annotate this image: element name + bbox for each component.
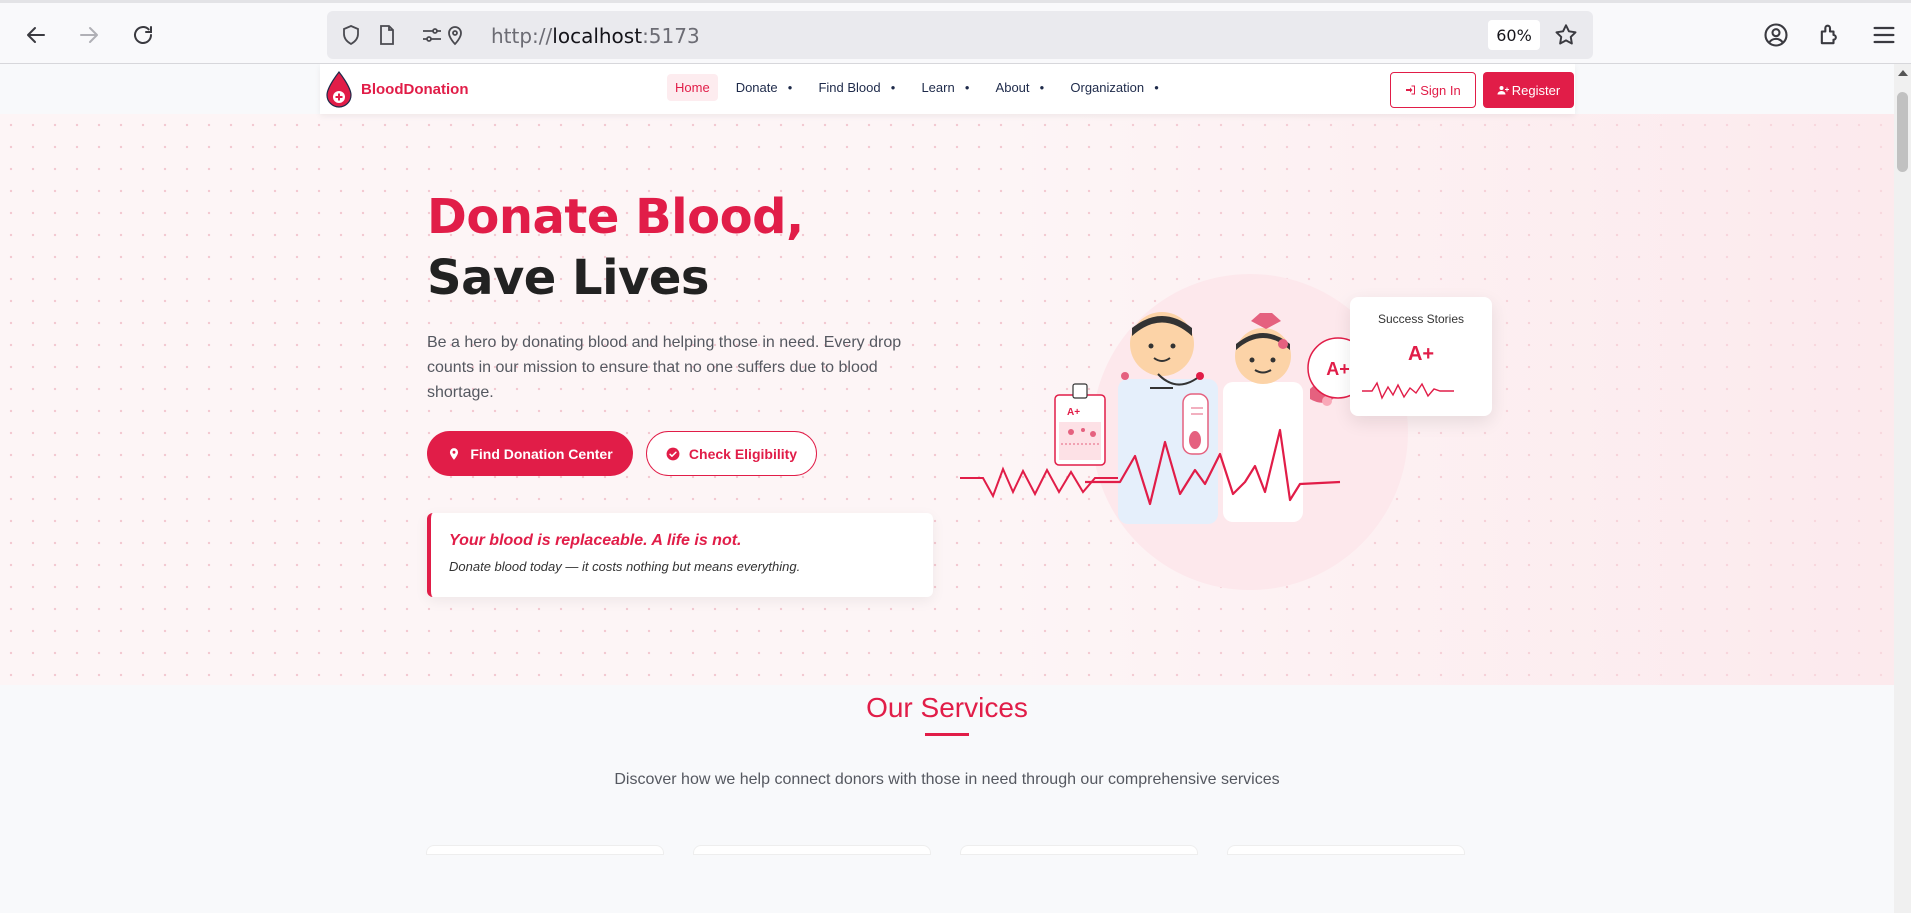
badge-label: A+	[1326, 359, 1350, 379]
zoom-level[interactable]: 60%	[1488, 20, 1540, 50]
brand-logo[interactable]: BloodDonation	[325, 70, 468, 108]
quote-card: Your blood is replaceable. A life is not…	[427, 513, 933, 597]
scroll-thumb[interactable]	[1897, 92, 1908, 172]
blood-drop-icon	[326, 71, 352, 108]
hero-description: Be a hero by donating blood and helping …	[427, 334, 902, 401]
register-button[interactable]: Register	[1483, 72, 1574, 108]
page-scrollbar[interactable]	[1894, 64, 1911, 913]
find-donation-center-button[interactable]: Find Donation Center	[427, 431, 633, 476]
nav-item-donate[interactable]: Donate ●	[728, 74, 801, 101]
service-card[interactable]	[960, 845, 1198, 855]
main-menu: Home Donate ● Find Blood ● Learn ● About ● O…	[667, 74, 1177, 101]
nav-item-learn[interactable]: Learn ●	[913, 74, 977, 101]
quote-main: Your blood is replaceable. A life is not…	[449, 532, 742, 549]
success-stories-card[interactable]: Success Stories A+	[1350, 297, 1492, 416]
services-subtitle: Discover how we help connect donors with…	[614, 771, 1280, 788]
hero-title-line2: Save Lives	[427, 250, 709, 306]
back-arrow-icon	[27, 27, 45, 43]
nav-item-about-label: About	[995, 80, 1030, 95]
nav-item-home-label: Home	[675, 80, 710, 95]
nav-item-learn-label: Learn	[921, 80, 955, 95]
dropdown-caret-icon: ●	[787, 83, 793, 92]
test-tube	[1182, 393, 1209, 455]
nav-item-find-blood[interactable]: Find Blood ●	[810, 74, 903, 101]
dropdown-caret-icon: ●	[1039, 83, 1045, 92]
check-circle-icon	[666, 447, 680, 460]
hero-title-line1: Donate Blood,	[427, 189, 804, 245]
reload-button[interactable]	[125, 17, 161, 53]
url-bar[interactable]: http://localhost:5173 60%	[327, 11, 1593, 59]
permissions-icon[interactable]	[420, 23, 444, 47]
extensions-icon[interactable]	[1816, 21, 1844, 49]
location-icon[interactable]	[443, 23, 467, 47]
service-card[interactable]	[426, 845, 664, 855]
menu-icon[interactable]	[1870, 21, 1898, 49]
nav-item-about[interactable]: About ●	[988, 74, 1053, 101]
sign-in-icon	[1406, 85, 1416, 95]
dropdown-caret-icon: ●	[964, 83, 970, 92]
success-stories-title: Success Stories	[1377, 312, 1465, 326]
page-icon[interactable]	[375, 23, 399, 47]
back-button[interactable]	[18, 17, 54, 53]
account-icon[interactable]	[1762, 21, 1790, 49]
service-card[interactable]	[693, 845, 931, 855]
nav-item-donate-label: Donate	[735, 80, 778, 95]
sign-in-button[interactable]: Sign In	[1390, 72, 1476, 108]
forward-arrow-icon	[80, 27, 98, 43]
hero-section: Donate Blood, Save Lives Be a hero by do…	[0, 114, 1894, 685]
forward-button[interactable]	[71, 17, 107, 53]
blood-bag: A+	[1054, 383, 1106, 466]
browser-toolbar: http://localhost:5173 60%	[0, 0, 1911, 64]
url-text[interactable]: http://localhost:5173	[491, 24, 700, 48]
bookmark-star-icon[interactable]	[1553, 22, 1579, 48]
service-card[interactable]	[1227, 845, 1465, 855]
register-label: Register	[1511, 82, 1561, 98]
dropdown-caret-icon: ●	[1154, 83, 1159, 92]
find-donation-center-label: Find Donation Center	[470, 445, 613, 462]
shield-icon[interactable]	[339, 23, 363, 47]
check-eligibility-label: Check Eligibility	[688, 445, 798, 462]
site-navbar: BloodDonation Home Donate ● Find Blood ● L…	[320, 64, 1575, 114]
nav-item-find-blood-label: Find Blood	[818, 80, 881, 95]
success-stories-pulse-icon	[1362, 381, 1454, 400]
check-eligibility-button[interactable]: Check Eligibility	[646, 431, 817, 476]
services-title: Our Services	[866, 692, 1028, 723]
blood-bag-label: A+	[1067, 407, 1080, 418]
map-pin-icon	[450, 447, 459, 460]
nav-item-organization-label: Organization	[1070, 80, 1145, 95]
nav-item-organization[interactable]: Organization ●	[1062, 74, 1167, 101]
reload-icon	[134, 26, 152, 44]
page-viewport: Donate Blood, Save Lives Be a hero by do…	[0, 64, 1894, 913]
services-title-underline	[925, 733, 969, 736]
quote-sub: Donate blood today — it costs nothing bu…	[449, 559, 801, 574]
scroll-up-arrow-icon[interactable]	[1898, 70, 1908, 76]
brand-name: BloodDonation	[361, 80, 469, 98]
success-stories-blood-type: A+	[1407, 343, 1435, 365]
user-plus-icon	[1497, 86, 1509, 95]
nav-item-home[interactable]: Home	[667, 74, 718, 101]
dropdown-caret-icon: ●	[890, 83, 896, 92]
sign-in-label: Sign In	[1420, 82, 1461, 98]
